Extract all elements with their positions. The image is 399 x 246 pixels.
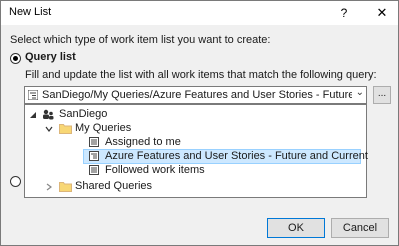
browse-button[interactable]: ... — [373, 86, 391, 104]
tree-node-label: My Queries — [75, 122, 132, 134]
selected-query-path: SanDiego/My Queries/Azure Features and U… — [42, 89, 352, 101]
instruction-text: Select which type of work item list you … — [10, 34, 271, 46]
chevron-right-icon[interactable] — [45, 183, 53, 191]
cancel-button[interactable]: Cancel — [331, 218, 389, 238]
query-list-radio[interactable] — [10, 53, 21, 64]
query-selector-dropdown[interactable]: SanDiego/My Queries/Azure Features and U… — [24, 86, 367, 104]
query-description-text: Fill and update the list with all work i… — [25, 69, 377, 81]
chevron-expanded-icon[interactable] — [45, 125, 53, 133]
flat-list-query-icon — [89, 165, 99, 175]
tree-node-label: SanDiego — [59, 108, 108, 120]
ok-button[interactable]: OK — [267, 218, 325, 238]
tree-node-label: Followed work items — [105, 164, 205, 176]
help-button[interactable]: ? — [337, 4, 351, 22]
tree-node-label: Assigned to me — [105, 136, 181, 148]
other-list-radio[interactable] — [10, 176, 21, 187]
query-list-label[interactable]: Query list — [25, 51, 76, 63]
new-list-dialog: New List ? ✕ Select which type of work i… — [0, 0, 399, 246]
tree-node-label: Shared Queries — [75, 180, 153, 192]
tree-query-icon — [28, 90, 38, 100]
chevron-expanded-icon[interactable] — [29, 111, 37, 119]
flat-list-query-icon — [89, 137, 99, 147]
tree-node-label: Azure Features and User Stories - Future… — [105, 150, 368, 162]
chevron-down-icon[interactable]: ⌄ — [356, 87, 364, 98]
dialog-title: New List — [9, 6, 52, 18]
team-project-icon — [43, 109, 54, 120]
folder-icon — [59, 124, 72, 134]
tree-query-icon — [89, 151, 99, 161]
close-button[interactable]: ✕ — [375, 4, 389, 22]
folder-icon — [59, 182, 72, 192]
title-bar: New List ? ✕ — [1, 1, 398, 25]
query-tree[interactable]: SanDiego My Queries Assigned to me Azure… — [24, 104, 368, 198]
